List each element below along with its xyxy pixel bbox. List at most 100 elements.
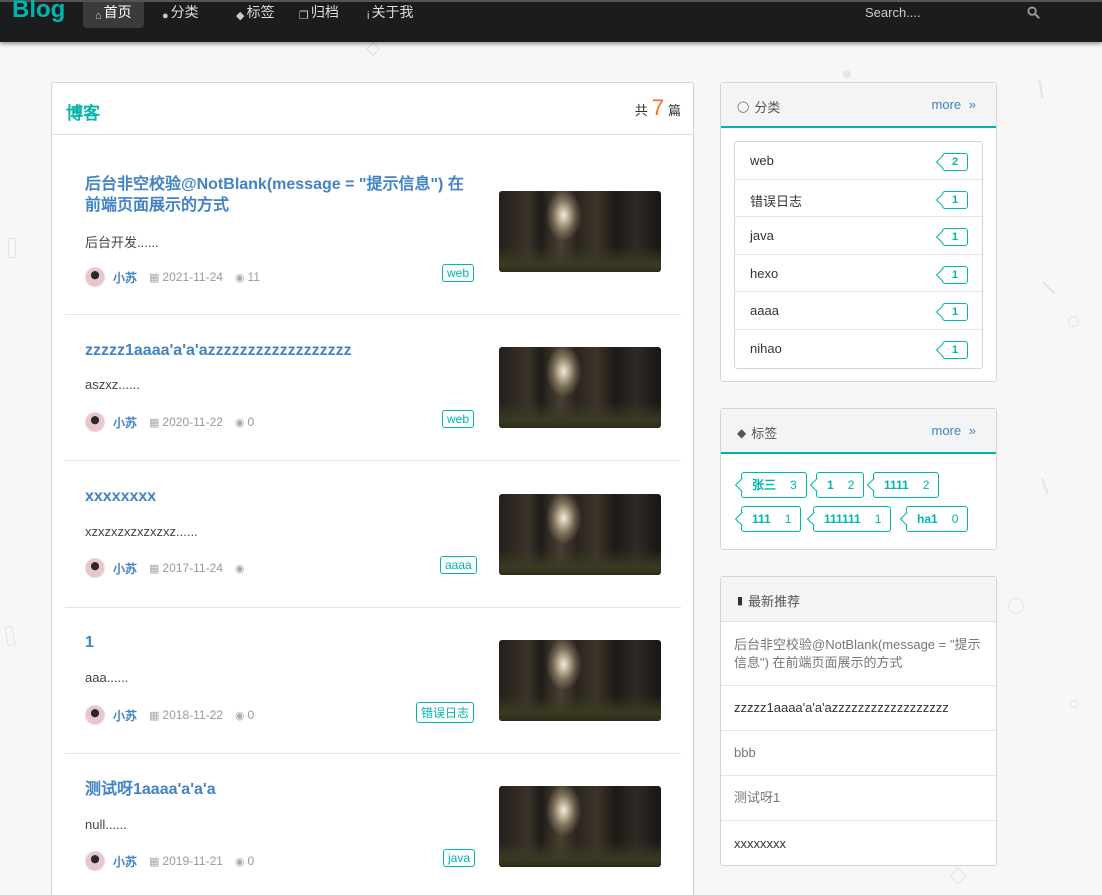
post-tag[interactable]: 错误日志 — [416, 702, 475, 723]
recommend-title: ▮ 最新推荐 — [737, 591, 800, 610]
background-decoration — [1041, 478, 1049, 494]
avatar — [85, 558, 105, 578]
post-tag[interactable]: aaaa — [440, 556, 477, 574]
recommend-item[interactable]: 测试呀1 — [721, 776, 996, 821]
post-item: xxxxxxxx xzxzxzxzxzxzxz...... 小苏 ▦ 2017-… — [65, 462, 681, 608]
post-author[interactable]: 小苏 — [113, 269, 137, 286]
category-count-badge: 1 — [942, 303, 968, 322]
recommend-item[interactable]: xxxxxxxx — [721, 821, 996, 866]
info-icon: i — [367, 10, 370, 22]
post-date: 2018-11-22 — [162, 708, 223, 722]
category-item[interactable]: java 1 — [735, 217, 982, 255]
categories-list: web 2 错误日志 1 java 1 hexo 1 aaaa 1 nihao … — [734, 141, 983, 369]
post-thumbnail[interactable] — [499, 494, 661, 575]
post-tag[interactable]: java — [443, 849, 476, 867]
post-thumbnail[interactable] — [499, 786, 661, 867]
nav-item-home[interactable]: ⌂ 首页 — [83, 2, 144, 28]
categories-more-link[interactable]: more » — [932, 97, 976, 112]
tag-chip[interactable]: 111111 1 — [813, 506, 892, 532]
nav-item-label: 标签 — [246, 4, 275, 20]
category-item[interactable]: 错误日志 1 — [735, 180, 982, 218]
post-title[interactable]: 测试呀1aaaa'a'a'a — [85, 779, 477, 800]
tags-header: ◆ 标签 more » — [721, 409, 996, 454]
nav-item-categories[interactable]: ● 分类 — [150, 2, 211, 28]
categories-title: ◯ 分类 — [737, 97, 780, 116]
count-number: 7 — [651, 95, 664, 120]
post-excerpt: 后台开发...... — [85, 235, 159, 250]
search-icon[interactable] — [1027, 6, 1040, 19]
tag-chip[interactable]: 张三 3 — [741, 472, 807, 498]
post-thumbnail[interactable] — [499, 191, 661, 272]
tag-chip[interactable]: 1111 2 — [873, 472, 940, 498]
post-meta: 小苏 ▦ 2017-11-24 ◉ — [85, 557, 248, 579]
background-decoration — [365, 41, 381, 57]
blog-list-title: 博客 — [66, 104, 100, 123]
post-author[interactable]: 小苏 — [113, 707, 137, 724]
search-input[interactable] — [858, 2, 1050, 22]
post-author[interactable]: 小苏 — [113, 853, 137, 870]
recommend-item[interactable]: 后台非空校验@NotBlank(message = "提示信息") 在前端页面展… — [721, 622, 996, 686]
tags-icon: ◆ — [236, 10, 245, 22]
more-label: more — [931, 97, 962, 112]
calendar-icon: ▦ — [149, 709, 160, 722]
tag-chip[interactable]: 1 2 — [816, 472, 865, 498]
tag-count: 2 — [847, 478, 855, 492]
tag-name: 张三 — [752, 478, 777, 492]
tag-chip[interactable]: 111 1 — [741, 506, 802, 532]
category-item[interactable]: nihao 1 — [735, 330, 982, 368]
home-icon: ⌂ — [95, 10, 102, 22]
post-title[interactable]: 1 — [85, 632, 477, 653]
category-name: aaaa — [750, 303, 779, 319]
recommend-item[interactable]: zzzzz1aaaa'a'a'azzzzzzzzzzzzzzzzzz — [721, 686, 996, 731]
post-tag[interactable]: web — [442, 410, 475, 428]
post-author[interactable]: 小苏 — [113, 414, 137, 431]
post-item: zzzzz1aaaa'a'a'azzzzzzzzzzzzzzzzzz aszxz… — [65, 315, 681, 461]
calendar-icon: ▦ — [149, 271, 160, 284]
post-item: 测试呀1aaaa'a'a'a null...... 小苏 ▦ 2019-11-2… — [65, 754, 681, 895]
background-decoration — [1008, 598, 1024, 614]
post-tag[interactable]: web — [442, 264, 475, 282]
tags-card: ◆ 标签 more » 张三 3 1 2 1111 2 111 1 111111… — [720, 408, 997, 550]
post-thumbnail[interactable] — [499, 347, 661, 428]
post-title[interactable]: xxxxxxxx — [85, 486, 477, 507]
brand-logo[interactable]: Blog — [12, 0, 65, 24]
post-views: 0 — [247, 415, 255, 429]
tag-chip[interactable]: ha1 0 — [906, 506, 969, 532]
tag-name: 111111 — [824, 512, 861, 526]
post-author[interactable]: 小苏 — [113, 560, 137, 577]
calendar-icon: ▦ — [149, 562, 160, 575]
tag-name: 1111 — [884, 478, 909, 492]
post-title[interactable]: 后台非空校验@NotBlank(message = "提示信息") 在前端页面展… — [85, 174, 477, 216]
category-name: nihao — [750, 340, 782, 356]
eye-icon: ◉ — [234, 562, 245, 575]
post-excerpt: null...... — [85, 817, 127, 832]
category-item[interactable]: hexo 1 — [735, 255, 982, 293]
categories-title-label: 分类 — [754, 100, 781, 115]
nav-item-tags[interactable]: ◆ 标签 — [224, 2, 286, 28]
tag-name: 1 — [827, 478, 834, 492]
lightbulb-icon: ● — [162, 10, 169, 22]
category-name: web — [750, 153, 774, 168]
background-decoration — [1068, 316, 1079, 327]
category-item[interactable]: aaaa 1 — [735, 292, 982, 330]
nav-item-about[interactable]: i 关于我 — [355, 2, 425, 28]
recommend-item[interactable]: bbb — [721, 731, 996, 776]
category-name: 错误日志 — [750, 193, 803, 209]
post-views: 0 — [247, 854, 255, 868]
category-count-badge: 1 — [942, 228, 968, 247]
category-name: java — [750, 228, 774, 244]
post-title[interactable]: zzzzz1aaaa'a'a'azzzzzzzzzzzzzzzzzz — [85, 340, 477, 361]
nav-item-label: 首页 — [103, 4, 132, 20]
tags-title: ◆ 标签 — [737, 423, 777, 442]
avatar — [85, 851, 105, 871]
tags-more-link[interactable]: more » — [932, 423, 976, 438]
category-item[interactable]: web 2 — [735, 142, 982, 180]
eye-icon: ◉ — [234, 416, 245, 429]
post-meta: 小苏 ▦ 2018-11-22 ◉ 0 — [85, 704, 254, 726]
blog-list-card: 博客 共 7 篇 后台非空校验@NotBlank(message = "提示信息… — [51, 82, 694, 895]
background-decoration — [4, 625, 16, 647]
more-label: more — [931, 423, 962, 438]
tag-count: 0 — [951, 512, 959, 526]
nav-item-archive[interactable]: ❐ 归档 — [287, 2, 351, 28]
post-thumbnail[interactable] — [499, 640, 661, 721]
